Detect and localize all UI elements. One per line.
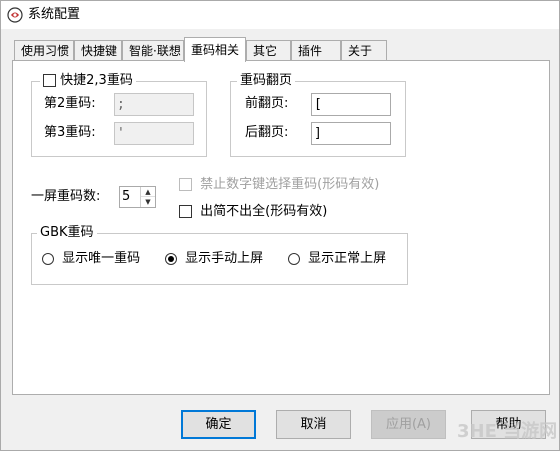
- quick-codes-checkbox[interactable]: [43, 74, 56, 87]
- spin-down-arrow-icon[interactable]: ▼: [141, 197, 155, 207]
- disable-digit-option[interactable]: 禁止数字键选择重码(形码有效): [179, 176, 379, 194]
- second-code-label: 第2重码:: [44, 96, 96, 111]
- per-screen-spinner[interactable]: 5 ▲ ▼: [119, 186, 156, 208]
- simplified-checkbox[interactable]: [179, 205, 192, 218]
- disable-digit-checkbox[interactable]: [179, 178, 192, 191]
- tab-about[interactable]: 关于: [341, 40, 387, 62]
- prev-page-label: 前翻页:: [245, 96, 289, 111]
- gbk-group: GBK重码 显示唯一重码 显示手动上屏 显示正常上屏: [31, 224, 408, 285]
- gbk-group-title: GBK重码: [37, 224, 97, 242]
- gbk-manual-label: 显示手动上屏: [185, 251, 264, 266]
- disable-digit-label: 禁止数字键选择重码(形码有效): [200, 177, 380, 192]
- spin-up-arrow-icon[interactable]: ▲: [141, 187, 155, 197]
- second-code-field[interactable]: ;: [114, 93, 194, 116]
- tab-bar: 使用习惯 快捷键 智能·联想 重码相关 其它 插件 关于: [1, 37, 559, 62]
- gbk-manual-radio[interactable]: [165, 252, 177, 265]
- quick-codes-label: 快捷2,3重码: [60, 73, 133, 88]
- next-page-field[interactable]: ]: [311, 122, 391, 145]
- gbk-option-unique[interactable]: 显示唯一重码: [42, 250, 140, 268]
- tab-panel-duplicate-codes: 快捷2,3重码 第2重码: ; 第3重码: ' 重码翻页 前翻页: [ 后翻页:…: [12, 60, 550, 395]
- gbk-unique-label: 显示唯一重码: [62, 251, 141, 266]
- gbk-unique-radio[interactable]: [42, 252, 54, 265]
- simplified-option[interactable]: 出简不出全(形码有效): [179, 203, 327, 221]
- tab-duplicate-codes[interactable]: 重码相关: [184, 37, 246, 62]
- tab-plugins[interactable]: 插件: [291, 40, 341, 62]
- help-button[interactable]: 帮助: [471, 410, 546, 439]
- next-page-label: 后翻页:: [245, 125, 289, 140]
- dialog-window: 系统配置 使用习惯 快捷键 智能·联想 重码相关 其它 插件 关于 快捷2,3重…: [0, 0, 560, 451]
- page-flip-group-title: 重码翻页: [237, 72, 296, 90]
- quick-codes-group: 快捷2,3重码 第2重码: ; 第3重码: ': [31, 72, 207, 157]
- app-logo-icon: [7, 7, 23, 23]
- title-bar[interactable]: 系统配置: [1, 1, 559, 29]
- quick-codes-group-header[interactable]: 快捷2,3重码: [40, 72, 136, 90]
- gbk-normal-radio[interactable]: [288, 252, 300, 265]
- tab-other[interactable]: 其它: [246, 40, 291, 62]
- prev-page-field[interactable]: [: [311, 93, 391, 116]
- tab-shortcuts[interactable]: 快捷键: [74, 40, 122, 62]
- ok-button[interactable]: 确定: [181, 410, 256, 439]
- apply-button[interactable]: 应用(A): [371, 410, 446, 439]
- gbk-option-manual[interactable]: 显示手动上屏: [165, 250, 263, 268]
- cancel-button[interactable]: 取消: [276, 410, 351, 439]
- per-screen-value[interactable]: 5: [122, 187, 130, 207]
- simplified-label: 出简不出全(形码有效): [200, 204, 328, 219]
- third-code-field[interactable]: ': [114, 122, 194, 145]
- spinner-buttons: ▲ ▼: [140, 187, 155, 207]
- tab-smart-association[interactable]: 智能·联想: [122, 40, 184, 62]
- window-title: 系统配置: [28, 7, 81, 22]
- third-code-label: 第3重码:: [44, 125, 96, 140]
- per-screen-label: 一屏重码数:: [31, 189, 101, 204]
- page-flip-group: 重码翻页 前翻页: [ 后翻页: ]: [230, 72, 406, 157]
- gbk-option-normal[interactable]: 显示正常上屏: [288, 250, 386, 268]
- gbk-normal-label: 显示正常上屏: [308, 251, 387, 266]
- tab-usage-habits[interactable]: 使用习惯: [14, 40, 74, 62]
